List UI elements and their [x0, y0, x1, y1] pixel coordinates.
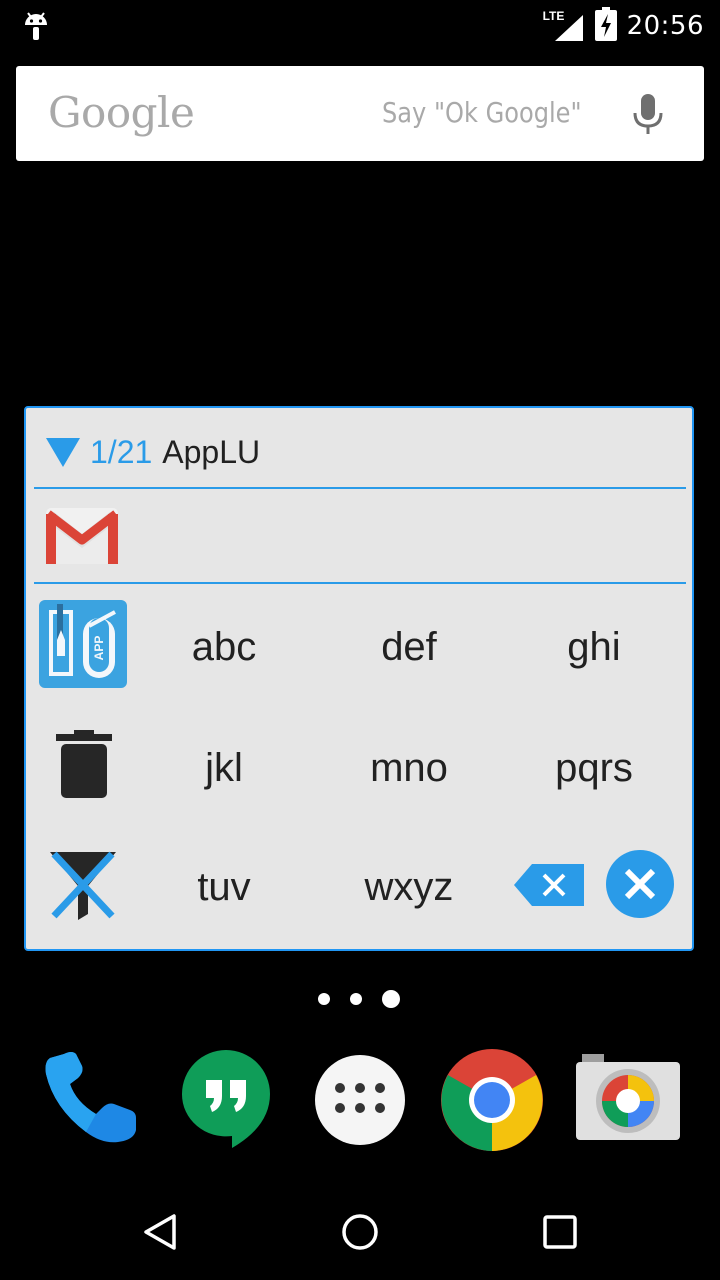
camera-icon[interactable] [576, 1054, 682, 1145]
google-logo: Google [48, 88, 195, 137]
phone-icon[interactable] [42, 1052, 138, 1151]
key-wxyz[interactable]: wxyz [319, 847, 499, 927]
expand-triangle-icon[interactable] [46, 437, 80, 467]
widget-title: AppLU [162, 433, 261, 470]
widget-counter: 1/21 [90, 433, 153, 470]
key-pqrs[interactable]: pqrs [504, 728, 684, 808]
home-icon[interactable] [330, 1208, 390, 1256]
chrome-icon[interactable] [440, 1048, 544, 1157]
backspace-icon[interactable] [514, 864, 584, 911]
google-search-bar[interactable]: Google Say "Ok Google" [16, 66, 704, 161]
page-dot [350, 993, 362, 1005]
applu-widget: 1/21 AppLU APP abc def ghi jkl mno pqrs … [24, 406, 694, 951]
key-abc[interactable]: abc [134, 607, 314, 687]
key-jkl[interactable]: jkl [134, 728, 314, 808]
android-debug-icon [22, 10, 50, 42]
search-hint: Say "Ok Google" [382, 96, 582, 129]
divider [34, 582, 686, 584]
mic-icon[interactable] [626, 92, 670, 136]
filter-off-icon[interactable] [46, 848, 120, 927]
close-circle-icon[interactable] [605, 849, 675, 924]
recents-icon[interactable] [530, 1208, 590, 1256]
status-bar: LTE 20:56 [0, 0, 720, 52]
page-dot-active [382, 990, 400, 1008]
navigation-bar [0, 1184, 720, 1280]
page-dot [318, 993, 330, 1005]
key-tuv[interactable]: tuv [134, 847, 314, 927]
trash-icon[interactable] [56, 730, 112, 803]
signal-icon: LTE [543, 9, 585, 43]
back-icon[interactable] [130, 1208, 190, 1256]
divider [34, 487, 686, 489]
key-def[interactable]: def [319, 607, 499, 687]
applu-logo-icon[interactable]: APP [39, 600, 127, 693]
battery-charging-icon [594, 6, 617, 46]
key-ghi[interactable]: ghi [504, 607, 684, 687]
status-time: 20:56 [626, 11, 704, 41]
widget-header[interactable]: 1/21 AppLU [46, 432, 260, 472]
svg-text:APP: APP [92, 636, 106, 661]
key-mno[interactable]: mno [319, 728, 499, 808]
gmail-icon[interactable] [45, 508, 119, 564]
hangouts-icon[interactable] [180, 1048, 272, 1155]
page-indicator [318, 990, 400, 1008]
app-drawer-icon[interactable] [314, 1054, 406, 1151]
